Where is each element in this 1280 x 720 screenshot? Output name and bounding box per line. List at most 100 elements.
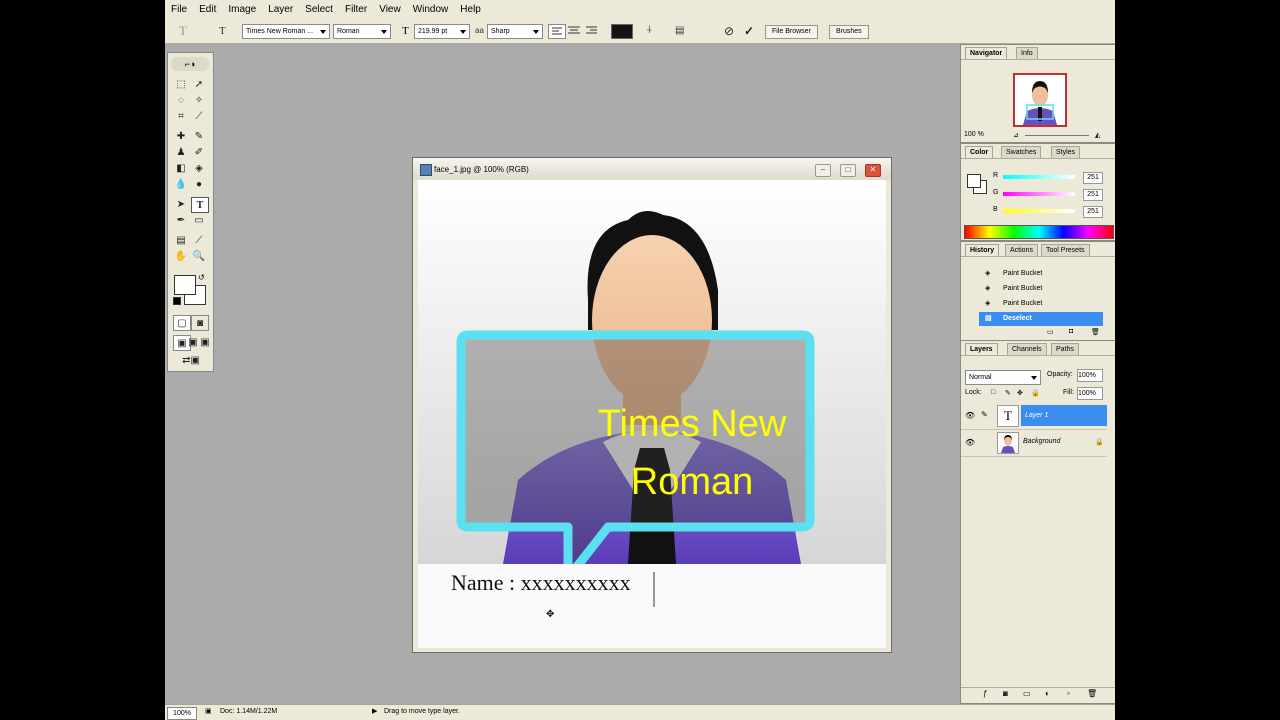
tab-color[interactable]: Color xyxy=(965,146,994,158)
clone-stamp-tool-icon[interactable]: ♟ xyxy=(173,145,189,159)
fill-field[interactable]: 100% xyxy=(1077,387,1103,400)
crop-tool-icon[interactable]: ⌗ xyxy=(173,109,189,123)
brush-tool-icon[interactable]: ✎ xyxy=(191,129,207,143)
align-left-button[interactable] xyxy=(548,24,566,39)
dodge-tool-icon[interactable]: ● xyxy=(191,177,207,191)
file-browser-tab[interactable]: File Browser xyxy=(765,25,818,39)
type-tool-preset-icon[interactable]: T xyxy=(179,23,187,38)
antialias-dropdown[interactable]: Sharp xyxy=(487,24,543,39)
lock-image-icon[interactable]: ✎ xyxy=(1005,389,1011,397)
history-item[interactable]: ◈ Paint Bucket xyxy=(961,297,1107,311)
type-tool-icon[interactable]: T xyxy=(191,197,209,213)
lock-transparent-icon[interactable]: □ xyxy=(991,389,995,396)
tab-swatches[interactable]: Swatches xyxy=(1001,146,1042,158)
visibility-eye-icon[interactable]: 👁 xyxy=(965,438,975,447)
blur-tool-icon[interactable]: 💧 xyxy=(173,177,189,191)
tab-paths[interactable]: Paths xyxy=(1051,343,1079,355)
history-brush-tool-icon[interactable]: ✐ xyxy=(191,145,207,159)
menu-filter[interactable]: Filter xyxy=(339,4,373,15)
tab-info[interactable]: Info xyxy=(1016,47,1038,59)
cancel-edits-icon[interactable]: ⊘ xyxy=(724,23,734,38)
menu-help[interactable]: Help xyxy=(454,4,487,15)
pen-tool-icon[interactable]: ✒ xyxy=(173,213,189,227)
maximize-button[interactable]: □ xyxy=(840,164,856,177)
zoom-out-icon[interactable]: ⊿ xyxy=(1013,131,1019,139)
adjustment-layer-icon[interactable]: ◐ xyxy=(1045,689,1050,698)
menu-window[interactable]: Window xyxy=(407,4,455,15)
foreground-color-swatch[interactable] xyxy=(174,275,196,295)
magic-wand-tool-icon[interactable]: ✧ xyxy=(191,93,207,107)
minimize-button[interactable]: – xyxy=(815,164,831,177)
font-size-field[interactable]: 219.99 pt xyxy=(414,24,470,39)
default-colors-icon[interactable] xyxy=(173,297,181,305)
status-doc-size[interactable]: Doc: 1.14M/1.22M xyxy=(220,708,277,715)
layer-mask-icon[interactable]: ◙ xyxy=(1003,689,1008,698)
adobe-logo-icon[interactable]: ⌐◑ xyxy=(171,57,209,71)
document-titlebar[interactable]: face_1.jpg @ 100% (RGB) – □ ✕ xyxy=(413,158,891,180)
commit-edits-icon[interactable]: ✓ xyxy=(744,23,754,38)
menu-view[interactable]: View xyxy=(373,4,407,15)
full-screen-mode-icon[interactable]: ▣ xyxy=(197,335,213,349)
history-item[interactable]: ◈ Paint Bucket xyxy=(961,267,1107,281)
font-family-dropdown[interactable]: Times New Roman ... xyxy=(242,24,330,39)
menu-select[interactable]: Select xyxy=(299,4,339,15)
tab-tool-presets[interactable]: Tool Presets xyxy=(1041,244,1090,256)
history-item[interactable]: ◈ Paint Bucket xyxy=(961,282,1107,296)
menu-image[interactable]: Image xyxy=(222,4,262,15)
brushes-tab[interactable]: Brushes xyxy=(829,25,869,39)
tab-actions[interactable]: Actions xyxy=(1005,244,1038,256)
delete-layer-icon[interactable]: 🗑 xyxy=(1087,689,1097,698)
layer-name[interactable]: Background xyxy=(1023,438,1060,445)
marquee-tool-icon[interactable]: ⬚ xyxy=(173,77,189,91)
layer-name[interactable]: Layer 1 xyxy=(1021,405,1107,426)
eyedropper-tool-icon[interactable]: ⟋ xyxy=(191,233,207,247)
navigator-zoom[interactable]: 100 % xyxy=(964,131,984,138)
zoom-tool-icon[interactable]: 🔍 xyxy=(191,249,207,263)
quick-mask-mode-icon[interactable]: ◙ xyxy=(191,315,209,331)
channel-b-slider[interactable] xyxy=(1003,209,1075,213)
channel-g-value[interactable]: 251 xyxy=(1083,189,1103,201)
color-foreground-swatch[interactable] xyxy=(967,174,981,188)
move-tool-icon[interactable]: ➚ xyxy=(191,77,207,91)
menu-layer[interactable]: Layer xyxy=(262,4,299,15)
layer-row[interactable]: 👁 Background 🔒 xyxy=(961,430,1107,457)
paint-bucket-tool-icon[interactable]: ◈ xyxy=(191,161,207,175)
tab-channels[interactable]: Channels xyxy=(1007,343,1047,355)
swap-colors-icon[interactable]: ↺ xyxy=(198,273,205,282)
status-zoom-field[interactable]: 100% xyxy=(167,707,197,720)
image-canvas[interactable]: Times New Roman Name : xxxxxxxxxx ✥ xyxy=(418,180,886,648)
blend-mode-dropdown[interactable]: Normal xyxy=(965,370,1041,385)
delete-state-icon[interactable]: 🗑 xyxy=(1091,328,1100,336)
lasso-tool-icon[interactable]: ◌ xyxy=(173,93,189,107)
channel-r-slider[interactable] xyxy=(1003,175,1075,179)
new-snapshot-icon[interactable]: ◘ xyxy=(1069,328,1073,335)
zoom-in-icon[interactable]: ◭ xyxy=(1095,131,1100,139)
status-arrow-icon[interactable]: ▶ xyxy=(372,707,377,715)
layer-row[interactable]: 👁 ✎ T Layer 1 xyxy=(961,403,1107,430)
lock-position-icon[interactable]: ✥ xyxy=(1017,389,1023,397)
layer-set-icon[interactable]: ▭ xyxy=(1023,689,1031,698)
tab-styles[interactable]: Styles xyxy=(1051,146,1081,158)
navigator-thumbnail[interactable] xyxy=(1013,73,1067,127)
lock-all-icon[interactable]: 🔒 xyxy=(1031,389,1040,397)
new-layer-icon[interactable]: ▫ xyxy=(1067,689,1070,698)
path-selection-tool-icon[interactable]: ➤ xyxy=(173,197,189,211)
notes-tool-icon[interactable]: ▤ xyxy=(173,233,189,247)
new-document-from-state-icon[interactable]: ▭ xyxy=(1047,328,1054,336)
menu-file[interactable]: File xyxy=(165,4,193,15)
color-spectrum-bar[interactable] xyxy=(964,225,1114,239)
healing-brush-tool-icon[interactable]: ✚ xyxy=(173,129,189,143)
text-orientation-icon[interactable]: T xyxy=(219,23,226,38)
eraser-tool-icon[interactable]: ◧ xyxy=(173,161,189,175)
palettes-toggle-icon[interactable]: ▤ xyxy=(675,23,684,38)
name-text[interactable]: Name : xxxxxxxxxx xyxy=(451,570,631,596)
channel-r-value[interactable]: 251 xyxy=(1083,172,1103,184)
slice-tool-icon[interactable]: ⟋ xyxy=(191,109,207,123)
standard-mode-icon[interactable]: ▢ xyxy=(173,315,191,331)
opacity-field[interactable]: 100% xyxy=(1077,369,1103,382)
jump-to-imageready-icon[interactable]: ⇄▣ xyxy=(173,353,209,367)
history-item-selected[interactable]: ▤ Deselect xyxy=(979,312,1103,326)
rectangle-tool-icon[interactable]: ▭ xyxy=(191,213,207,227)
zoom-slider[interactable] xyxy=(1025,135,1089,136)
visibility-eye-icon[interactable]: 👁 xyxy=(965,411,975,420)
